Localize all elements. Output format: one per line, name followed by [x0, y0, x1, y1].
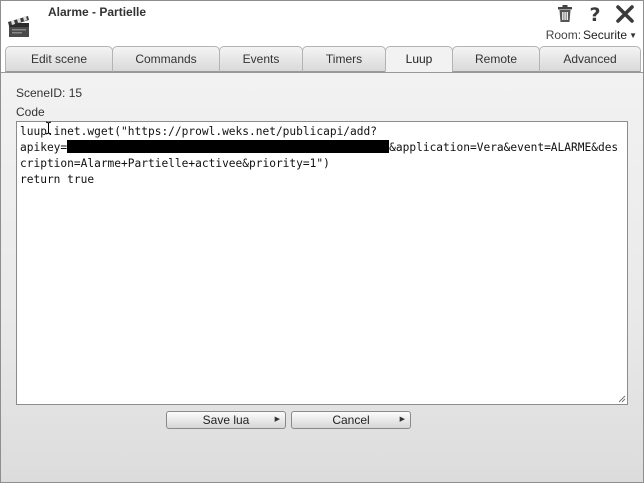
- code-editor[interactable]: luup.inet.wget("https://prowl.weks.net/p…: [16, 121, 628, 405]
- room-selector[interactable]: Room: Securite ▼: [546, 28, 637, 42]
- tab-remote[interactable]: Remote: [452, 46, 540, 72]
- chevron-down-icon: ▼: [629, 30, 637, 40]
- resize-handle-icon[interactable]: [618, 395, 626, 403]
- redacted-api-key: [67, 140, 390, 153]
- tab-advanced[interactable]: Advanced: [539, 46, 641, 72]
- code-line-1: luup.inet.wget("https://prowl.weks.net/p…: [20, 125, 377, 138]
- code-line-return: return true: [20, 173, 95, 186]
- header-actions: ?: [555, 4, 635, 24]
- tab-commands[interactable]: Commands: [112, 46, 220, 72]
- code-apikey-prefix: apikey=: [20, 141, 68, 154]
- tab-events[interactable]: Events: [219, 46, 303, 72]
- room-value: Securite: [583, 28, 628, 42]
- room-label: Room:: [545, 28, 582, 42]
- tab-bar: Edit scene Commands Events Timers Luup R…: [1, 46, 643, 72]
- arrow-right-icon: ▶: [274, 416, 280, 423]
- help-icon[interactable]: ?: [585, 4, 605, 24]
- scene-editor-window: Alarme - Partielle ? Room: Securite ▼ Ed…: [0, 0, 644, 483]
- save-lua-label: Save lua: [202, 413, 250, 427]
- close-icon[interactable]: [615, 4, 635, 24]
- svg-text:?: ?: [589, 4, 600, 24]
- tab-luup[interactable]: Luup: [385, 46, 453, 72]
- trash-icon[interactable]: [555, 4, 575, 24]
- cancel-button[interactable]: Cancel ▶: [291, 411, 411, 429]
- save-lua-button[interactable]: Save lua ▶: [166, 411, 286, 429]
- cancel-label: Cancel: [332, 413, 370, 427]
- tab-timers[interactable]: Timers: [302, 46, 386, 72]
- scene-id: SceneID: 15: [16, 86, 83, 100]
- window-title: Alarme - Partielle: [48, 5, 147, 19]
- text-cursor-icon: [45, 121, 52, 135]
- window-header: Alarme - Partielle ? Room: Securite ▼: [1, 1, 643, 46]
- clapperboard-icon: [8, 16, 29, 37]
- tab-edit-scene[interactable]: Edit scene: [5, 46, 113, 72]
- luup-panel: SceneID: 15 Code luup.inet.wget("https:/…: [1, 72, 643, 482]
- arrow-right-icon: ▶: [399, 416, 405, 423]
- code-label: Code: [16, 105, 45, 119]
